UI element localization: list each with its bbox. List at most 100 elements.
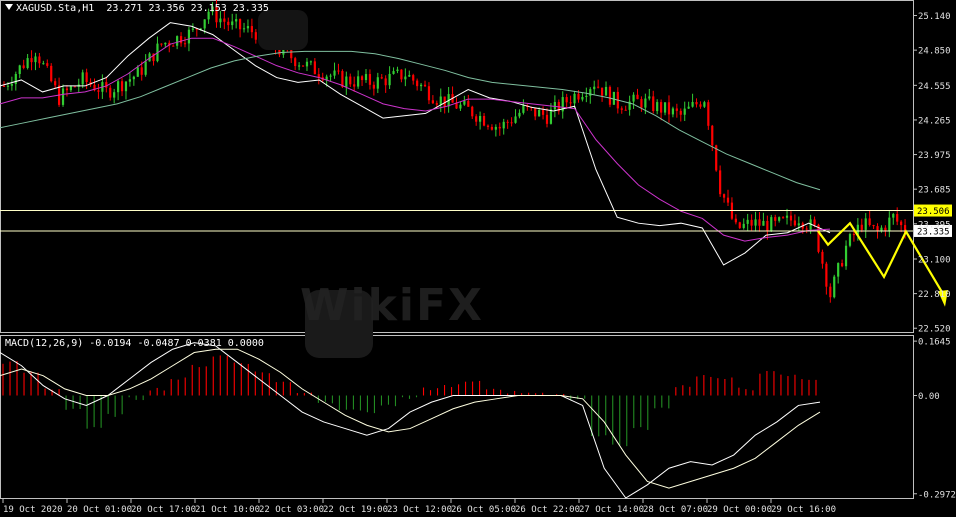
candle-body bbox=[762, 220, 765, 226]
candle-body bbox=[691, 102, 694, 107]
candle-body bbox=[789, 215, 793, 221]
candle-body bbox=[246, 26, 250, 29]
y-tick-label: 22.520 bbox=[918, 325, 951, 335]
candle-body bbox=[624, 109, 627, 111]
candle-body bbox=[42, 63, 45, 65]
candle-body bbox=[384, 78, 387, 86]
candle-body bbox=[301, 65, 305, 67]
candle-body bbox=[117, 81, 120, 93]
candle-body bbox=[203, 19, 206, 29]
dropdown-triangle-icon[interactable] bbox=[5, 4, 13, 10]
candle-body bbox=[404, 76, 407, 80]
candle-body bbox=[65, 88, 69, 91]
candle-body bbox=[726, 197, 730, 203]
candle-body bbox=[644, 98, 647, 108]
candle-body bbox=[506, 121, 509, 123]
candle-body bbox=[349, 76, 352, 85]
candle-body bbox=[667, 102, 671, 115]
candle-body bbox=[821, 251, 824, 264]
candle-body bbox=[844, 245, 848, 267]
candle-body bbox=[250, 26, 253, 33]
candle-body bbox=[431, 100, 434, 104]
candle-body bbox=[18, 65, 21, 74]
candle-body bbox=[640, 99, 643, 108]
candle-body bbox=[85, 72, 88, 83]
x-tick-label: 26 Oct 22:00 bbox=[515, 505, 580, 515]
x-tick-label: 22 Oct 19:00 bbox=[323, 505, 388, 515]
macd-line-1 bbox=[0, 348, 821, 489]
candle-body bbox=[746, 219, 749, 224]
candle-body bbox=[829, 286, 832, 298]
y-tick-label: 23.100 bbox=[918, 256, 951, 266]
candle-body bbox=[140, 67, 143, 75]
candle-body bbox=[660, 102, 663, 113]
price-tag-label: 23.506 bbox=[917, 207, 950, 217]
candle-body bbox=[290, 49, 293, 59]
candle-body bbox=[400, 69, 403, 80]
candle-body bbox=[671, 108, 675, 115]
candle-body bbox=[577, 93, 580, 100]
candle-body bbox=[479, 115, 482, 122]
candle-body bbox=[416, 80, 419, 87]
candle-body bbox=[534, 107, 537, 117]
candle-body bbox=[164, 42, 167, 45]
candle-body bbox=[860, 224, 863, 230]
candle-body bbox=[900, 221, 903, 226]
candle-body bbox=[113, 92, 116, 98]
candle-body bbox=[541, 110, 545, 115]
candle-body bbox=[109, 87, 112, 98]
candle-body bbox=[144, 61, 147, 75]
candle-body bbox=[38, 56, 41, 64]
x-tick-label: 27 Oct 14:00 bbox=[579, 505, 644, 515]
candle-body bbox=[699, 104, 702, 107]
candle-body bbox=[22, 65, 25, 68]
candle-body bbox=[136, 67, 139, 77]
ma-line-2 bbox=[0, 50, 821, 191]
candle-body bbox=[817, 224, 820, 252]
candle-body bbox=[833, 276, 836, 298]
candle-body bbox=[69, 86, 72, 91]
candle-body bbox=[345, 76, 348, 87]
candle-body bbox=[754, 219, 757, 226]
candle-body bbox=[26, 58, 29, 68]
chart-canvas[interactable]: 23.50623.33525.14024.85024.55524.26523.9… bbox=[0, 0, 956, 517]
candle-body bbox=[238, 19, 242, 30]
candle-body bbox=[604, 86, 608, 96]
candle-body bbox=[30, 58, 33, 63]
candle-body bbox=[6, 85, 10, 87]
candle-body bbox=[471, 106, 474, 117]
x-tick-label: 23 Oct 12:00 bbox=[387, 505, 452, 515]
candle-body bbox=[459, 104, 462, 109]
candle-body bbox=[848, 234, 852, 246]
candle-body bbox=[652, 96, 655, 112]
y-tick-label: 24.265 bbox=[918, 116, 951, 126]
candle-body bbox=[892, 214, 895, 218]
candle-body bbox=[695, 102, 698, 105]
candle-body bbox=[502, 121, 505, 129]
candle-body bbox=[73, 86, 76, 88]
candle-body bbox=[313, 61, 316, 75]
candle-body bbox=[781, 217, 785, 219]
candle-body bbox=[636, 94, 639, 100]
candle-body bbox=[179, 36, 183, 44]
candle-body bbox=[187, 29, 191, 44]
x-tick-label: 21 Oct 10:00 bbox=[195, 505, 260, 515]
candle-body bbox=[785, 215, 789, 218]
candle-body bbox=[608, 86, 612, 105]
candle-body bbox=[298, 65, 301, 67]
candle-body bbox=[353, 84, 356, 87]
candle-body bbox=[191, 28, 194, 30]
candle-body bbox=[864, 218, 867, 230]
macd-y-tick-label: 0.1645 bbox=[918, 338, 951, 348]
candle-body bbox=[510, 122, 513, 124]
candle-body bbox=[419, 84, 423, 87]
candle-body bbox=[896, 214, 899, 222]
candle-body bbox=[423, 84, 427, 87]
candle-body bbox=[183, 43, 187, 45]
candle-body bbox=[581, 96, 584, 100]
candle-body bbox=[132, 76, 135, 80]
symbol-header: XAGUSD.Sta,H1 23.271 23.356 23.153 23.33… bbox=[5, 3, 269, 14]
candle-body bbox=[888, 217, 891, 231]
macd-header: MACD(12,26,9) -0.0194 -0.0487 0.0381 0.0… bbox=[5, 338, 264, 349]
x-tick-label: 22 Oct 03:00 bbox=[259, 505, 324, 515]
